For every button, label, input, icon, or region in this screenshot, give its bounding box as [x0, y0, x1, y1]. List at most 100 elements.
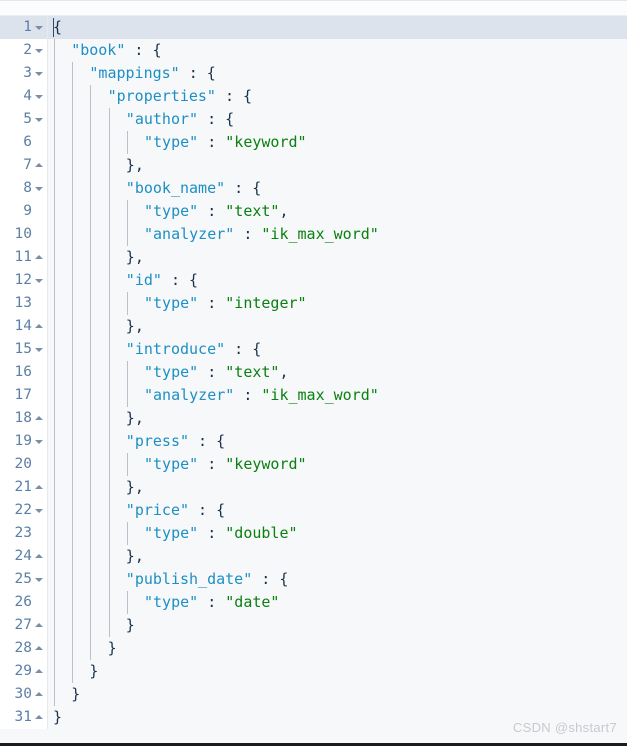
code-line[interactable]: 5 "author" : {	[0, 108, 627, 131]
code-line-content[interactable]: "author" : {	[48, 108, 627, 131]
code-line[interactable]: 29}	[0, 660, 627, 683]
fold-expand-icon[interactable]	[35, 690, 44, 699]
code-line[interactable]: 16 "type" : "text",	[0, 361, 627, 384]
code-line-content[interactable]: "analyzer" : "ik_max_word"	[48, 223, 627, 246]
code-line-content[interactable]: "book" : {	[48, 39, 627, 62]
code-line[interactable]: 10 "analyzer" : "ik_max_word"	[0, 223, 627, 246]
code-line[interactable]: 9 "type" : "text",	[0, 200, 627, 223]
fold-expand-icon[interactable]	[35, 253, 44, 262]
code-line-content[interactable]: },	[48, 315, 627, 338]
code-line[interactable]: 6 "type" : "keyword"	[0, 131, 627, 154]
code-text: "press" : {	[53, 432, 225, 450]
code-text: "mappings" : {	[53, 64, 215, 82]
fold-expand-icon[interactable]	[35, 621, 44, 630]
fold-expand-icon[interactable]	[35, 414, 44, 423]
fold-collapse-icon[interactable]	[35, 184, 44, 193]
code-line-content[interactable]: }	[48, 683, 627, 706]
code-line[interactable]: 30}	[0, 683, 627, 706]
line-gutter: 8	[0, 177, 47, 200]
fold-expand-icon[interactable]	[35, 667, 44, 676]
code-line-content[interactable]: },	[48, 476, 627, 499]
code-line-content[interactable]: },	[48, 545, 627, 568]
fold-collapse-icon[interactable]	[35, 92, 44, 101]
code-line-content[interactable]: "type" : "keyword"	[48, 453, 627, 476]
code-line-content[interactable]: },	[48, 154, 627, 177]
code-line-content[interactable]: "price" : {	[48, 499, 627, 522]
fold-collapse-icon[interactable]	[35, 345, 44, 354]
code-line[interactable]: 24},	[0, 545, 627, 568]
code-line[interactable]: 21},	[0, 476, 627, 499]
json-code-editor[interactable]: 1{2 "book" : {3 "mappings" : { 4 "properties…	[0, 0, 627, 746]
code-line[interactable]: 20 "type" : "keyword"	[0, 453, 627, 476]
code-line[interactable]: 15 "introduce" : {	[0, 338, 627, 361]
code-line-content[interactable]: "type" : "integer"	[48, 292, 627, 315]
fold-collapse-icon[interactable]	[35, 506, 44, 515]
fold-collapse-icon[interactable]	[35, 115, 44, 124]
code-text: "introduce" : {	[53, 340, 261, 358]
code-line[interactable]: 27}	[0, 614, 627, 637]
line-gutter: 27	[0, 614, 47, 637]
code-line-content[interactable]: "type" : "text",	[48, 361, 627, 384]
code-line[interactable]: 28}	[0, 637, 627, 660]
code-line-content[interactable]: "introduce" : {	[48, 338, 627, 361]
json-punctuation: :	[234, 386, 262, 404]
code-line[interactable]: 11},	[0, 246, 627, 269]
fold-expand-icon[interactable]	[35, 713, 44, 722]
code-line[interactable]: 17 "analyzer" : "ik_max_word"	[0, 384, 627, 407]
code-line[interactable]: 22 "price" : {	[0, 499, 627, 522]
json-punctuation: : {	[225, 179, 262, 197]
code-line[interactable]: 14},	[0, 315, 627, 338]
fold-expand-icon[interactable]	[35, 483, 44, 492]
code-line[interactable]: 18},	[0, 407, 627, 430]
fold-expand-icon[interactable]	[35, 322, 44, 331]
code-line[interactable]: 7},	[0, 154, 627, 177]
fold-collapse-icon[interactable]	[35, 437, 44, 446]
code-line[interactable]: 2 "book" : {	[0, 39, 627, 62]
code-line-content[interactable]: "type" : "text",	[48, 200, 627, 223]
code-line-content[interactable]: "analyzer" : "ik_max_word"	[48, 384, 627, 407]
line-gutter: 3	[0, 62, 47, 85]
code-line[interactable]: 26 "type" : "date"	[0, 591, 627, 614]
code-line[interactable]: 19 "press" : {	[0, 430, 627, 453]
code-line[interactable]: 25 "publish_date" : {	[0, 568, 627, 591]
code-text: },	[53, 478, 144, 496]
code-line-content[interactable]: }	[48, 637, 627, 660]
code-line-content[interactable]: }	[48, 614, 627, 637]
json-key: "analyzer"	[144, 386, 235, 404]
json-value: "keyword"	[225, 133, 307, 151]
code-line-content[interactable]: "book_name" : {	[48, 177, 627, 200]
fold-expand-icon[interactable]	[35, 552, 44, 561]
fold-expand-icon[interactable]	[35, 644, 44, 653]
fold-collapse-icon[interactable]	[35, 575, 44, 584]
fold-collapse-icon[interactable]	[35, 46, 44, 55]
json-punctuation: },	[125, 409, 144, 427]
code-lines-container[interactable]: 1{2 "book" : {3 "mappings" : { 4 "properties…	[0, 16, 627, 729]
code-line-content[interactable]: "publish_date" : {	[48, 568, 627, 591]
fold-collapse-icon[interactable]	[35, 23, 44, 32]
fold-expand-icon[interactable]	[35, 161, 44, 170]
code-line-content[interactable]: "press" : {	[48, 430, 627, 453]
code-line[interactable]: 23 "type" : "double"	[0, 522, 627, 545]
code-line[interactable]: 8 "book_name" : {	[0, 177, 627, 200]
code-text: {	[53, 18, 62, 36]
code-line-content[interactable]: },	[48, 246, 627, 269]
json-punctuation: ,	[279, 363, 289, 381]
code-line-content[interactable]: },	[48, 407, 627, 430]
code-line[interactable]: 3 "mappings" : {	[0, 62, 627, 85]
fold-collapse-icon[interactable]	[35, 276, 44, 285]
code-line-content[interactable]: "type" : "date"	[48, 591, 627, 614]
code-line-content[interactable]: "id" : {	[48, 269, 627, 292]
line-number: 31	[14, 709, 32, 725]
code-line-content[interactable]: }	[48, 660, 627, 683]
code-line-content[interactable]: "properties" : {	[48, 85, 627, 108]
code-line-content[interactable]: {	[48, 16, 627, 39]
code-line[interactable]: 4 "properties" : {	[0, 85, 627, 108]
code-line-content[interactable]: "type" : "keyword"	[48, 131, 627, 154]
json-value: "ik_max_word"	[261, 225, 379, 243]
code-line[interactable]: 1{	[0, 16, 627, 39]
code-line-content[interactable]: "mappings" : {	[48, 62, 627, 85]
fold-collapse-icon[interactable]	[35, 69, 44, 78]
code-line[interactable]: 12 "id" : {	[0, 269, 627, 292]
code-line-content[interactable]: "type" : "double"	[48, 522, 627, 545]
code-line[interactable]: 13 "type" : "integer"	[0, 292, 627, 315]
